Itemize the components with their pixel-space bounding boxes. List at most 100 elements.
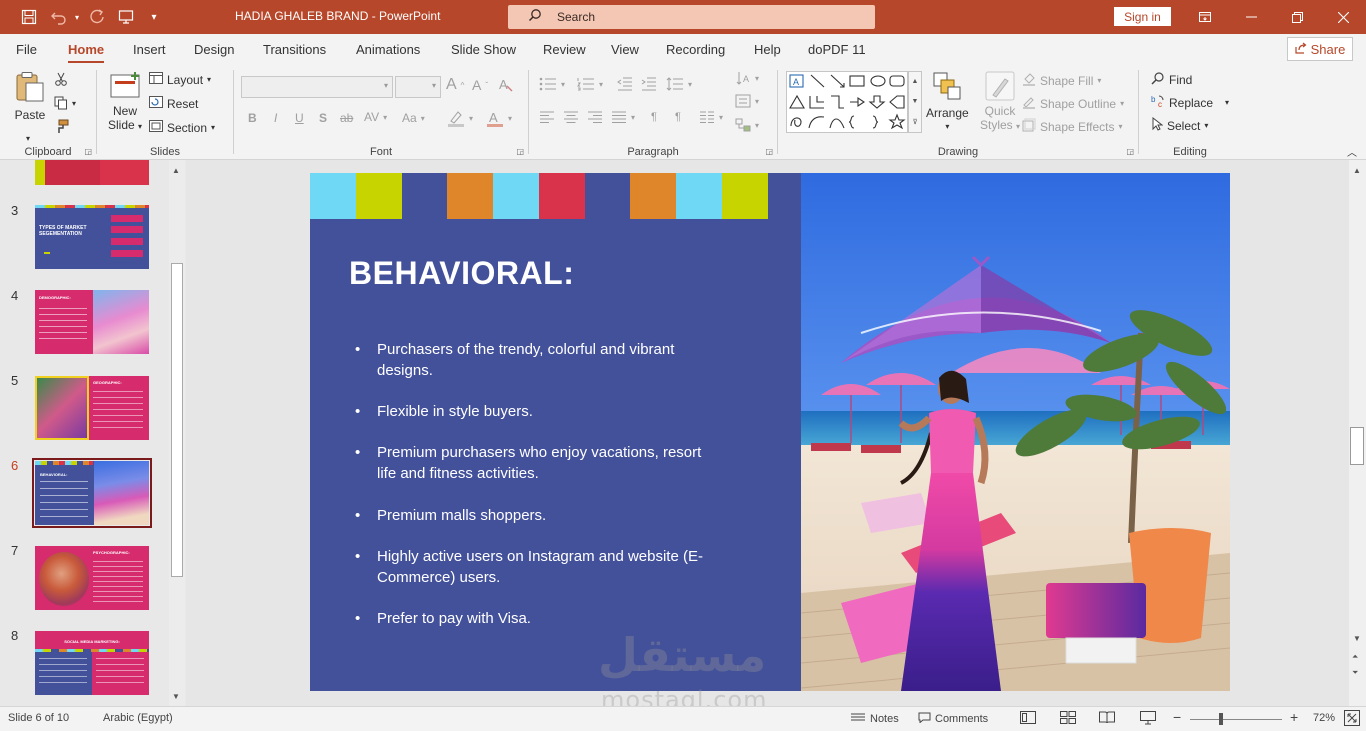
gallery-more-icon[interactable]: ⊽ — [912, 118, 917, 126]
slide-thumbnail-2[interactable] — [35, 160, 149, 185]
slide-thumbnail-7[interactable]: PSYCHOGRAPHIC: — [35, 546, 149, 610]
slide-title[interactable]: BEHAVIORAL: — [349, 255, 574, 292]
previous-slide-icon[interactable]: ⏶ — [1352, 652, 1358, 662]
replace-button[interactable]: bc Replace ▾ — [1151, 94, 1229, 111]
bullets-icon[interactable]: ▾ — [539, 77, 565, 91]
scroll-down-icon[interactable]: ▼ — [172, 692, 180, 701]
grow-font-icon[interactable]: A ^ — [446, 76, 464, 94]
columns-icon[interactable]: ▾ — [699, 111, 723, 123]
shape-fill-button[interactable]: Shape Fill ▾ — [1022, 72, 1101, 89]
drawing-launcher-icon[interactable]: ◲ — [1126, 147, 1134, 156]
collapse-ribbon-icon[interactable]: ︿ — [1347, 144, 1357, 159]
select-button[interactable]: Select ▾ — [1151, 116, 1208, 134]
font-size-input[interactable]: ▾ — [395, 76, 441, 98]
section-button[interactable]: Section ▾ — [149, 120, 215, 135]
numbering-icon[interactable]: ▾ — [577, 77, 603, 91]
present-from-beginning-icon[interactable] — [112, 0, 140, 34]
undo-icon[interactable] — [45, 0, 73, 34]
quick-styles-button[interactable]: Quick Styles ▾ — [980, 71, 1020, 132]
tab-insert[interactable]: Insert — [133, 42, 166, 57]
ltr-direction-icon[interactable]: ¶ — [651, 111, 657, 123]
slide-thumbnail-6[interactable]: BEHAVIORAL: — [35, 461, 149, 525]
fit-slide-icon[interactable] — [1344, 710, 1360, 729]
gallery-up-icon[interactable]: ▲ — [912, 78, 919, 85]
gallery-down-icon[interactable]: ▼ — [912, 98, 919, 105]
thumbnails-scroll-thumb[interactable] — [171, 263, 183, 577]
zoom-level[interactable]: 72% — [1313, 712, 1335, 724]
normal-view-icon[interactable] — [1020, 711, 1036, 727]
thumbnails-scrollbar[interactable]: ▲ ▼ — [169, 160, 185, 706]
align-text-icon[interactable]: ▾ — [735, 94, 759, 108]
tab-home[interactable]: Home — [68, 42, 105, 63]
tab-file[interactable]: File — [16, 42, 37, 57]
shape-outline-button[interactable]: Shape Outline ▾ — [1022, 95, 1124, 112]
convert-to-smartart-icon[interactable]: ▾ — [735, 118, 759, 132]
new-slide-button[interactable]: New Slide ▾ — [108, 71, 142, 132]
font-color-button[interactable]: A ▾ — [486, 109, 512, 127]
shrink-font-icon[interactable]: Aˇ — [472, 77, 488, 93]
tab-recording[interactable]: Recording — [666, 42, 725, 57]
restore-icon[interactable] — [1274, 0, 1320, 34]
notes-button[interactable]: Notes — [850, 712, 899, 725]
sign-in-button[interactable]: Sign in — [1114, 7, 1171, 26]
paste-button[interactable]: Paste — [14, 71, 46, 122]
tab-animations[interactable]: Animations — [356, 42, 420, 57]
underline-button[interactable]: U — [295, 111, 304, 125]
line-spacing-icon[interactable]: ▾ — [666, 77, 692, 91]
next-slide-icon[interactable]: ⏷ — [1352, 668, 1358, 678]
save-icon[interactable] — [15, 0, 43, 34]
tab-help[interactable]: Help — [754, 42, 781, 57]
redo-icon[interactable] — [83, 0, 111, 34]
shapes-gallery[interactable]: A — [786, 71, 908, 133]
undo-dropdown-icon[interactable]: ▾ — [70, 0, 84, 34]
rtl-direction-icon[interactable]: ¶ — [675, 111, 681, 123]
copy-icon[interactable]: ▾ — [54, 96, 76, 110]
zoom-in-icon[interactable]: + — [1290, 709, 1298, 725]
reading-view-icon[interactable] — [1099, 711, 1115, 727]
font-name-input[interactable]: ▾ — [241, 76, 393, 98]
arrange-button[interactable]: Arrange ▾ — [926, 71, 969, 131]
format-painter-icon[interactable] — [54, 119, 69, 134]
font-name-dropdown-icon[interactable]: ▾ — [384, 81, 388, 90]
shapes-gallery-scroll[interactable]: ▲ ▼ ⊽ — [908, 71, 922, 133]
justify-icon[interactable]: ▾ — [611, 111, 635, 123]
scroll-up-icon[interactable]: ▲ — [172, 166, 180, 175]
customize-quick-access-icon[interactable]: ▾ — [140, 0, 168, 34]
editor-scroll-thumb[interactable] — [1350, 427, 1364, 465]
decrease-indent-icon[interactable] — [617, 77, 633, 91]
scroll-down-icon[interactable]: ▼ — [1353, 634, 1361, 643]
paragraph-launcher-icon[interactable]: ◲ — [765, 147, 773, 156]
tab-review[interactable]: Review — [543, 42, 586, 57]
font-size-dropdown-icon[interactable]: ▾ — [432, 81, 436, 90]
slide-thumbnail-4[interactable]: DEMOGRAPHIC: — [35, 290, 149, 354]
ribbon-display-options-icon[interactable] — [1182, 0, 1228, 34]
bold-button[interactable]: B — [248, 111, 257, 125]
current-slide[interactable]: BEHAVIORAL: • Purchasers of the trendy, c… — [310, 173, 1230, 691]
tab-design[interactable]: Design — [194, 42, 234, 57]
slide-photo-beach[interactable] — [801, 173, 1230, 691]
search-box[interactable]: Search — [508, 5, 875, 29]
text-direction-icon[interactable]: A ▾ — [735, 70, 759, 86]
slide-show-icon[interactable] — [1140, 711, 1156, 728]
reset-button[interactable]: Reset — [149, 96, 198, 111]
editor-vertical-scrollbar[interactable]: ▲ ▼ ⏶ ⏷ — [1349, 160, 1366, 706]
scroll-up-icon[interactable]: ▲ — [1353, 166, 1361, 175]
close-icon[interactable] — [1320, 0, 1366, 34]
zoom-slider[interactable] — [1190, 719, 1282, 720]
cut-icon[interactable] — [54, 72, 68, 86]
italic-button[interactable]: I — [274, 111, 277, 125]
comments-button[interactable]: Comments — [918, 712, 988, 726]
slide-thumbnail-3[interactable]: TYPES OF MARKET SEGEMENTATION — [35, 205, 149, 269]
tab-transitions[interactable]: Transitions — [263, 42, 326, 57]
tab-dopdf[interactable]: doPDF 11 — [808, 42, 866, 57]
shape-effects-button[interactable]: Shape Effects ▾ — [1022, 118, 1123, 135]
slide-sorter-icon[interactable] — [1060, 711, 1076, 727]
align-left-icon[interactable] — [539, 111, 555, 123]
paste-dropdown-icon[interactable]: ▾ — [26, 134, 30, 143]
align-center-icon[interactable] — [563, 111, 579, 123]
tab-view[interactable]: View — [611, 42, 639, 57]
text-shadow-button[interactable]: S — [319, 111, 327, 125]
zoom-slider-thumb[interactable] — [1219, 713, 1223, 725]
slide-thumbnail-5[interactable]: GEOGRAPHIC: — [35, 376, 149, 440]
layout-button[interactable]: Layout ▾ — [149, 72, 211, 87]
